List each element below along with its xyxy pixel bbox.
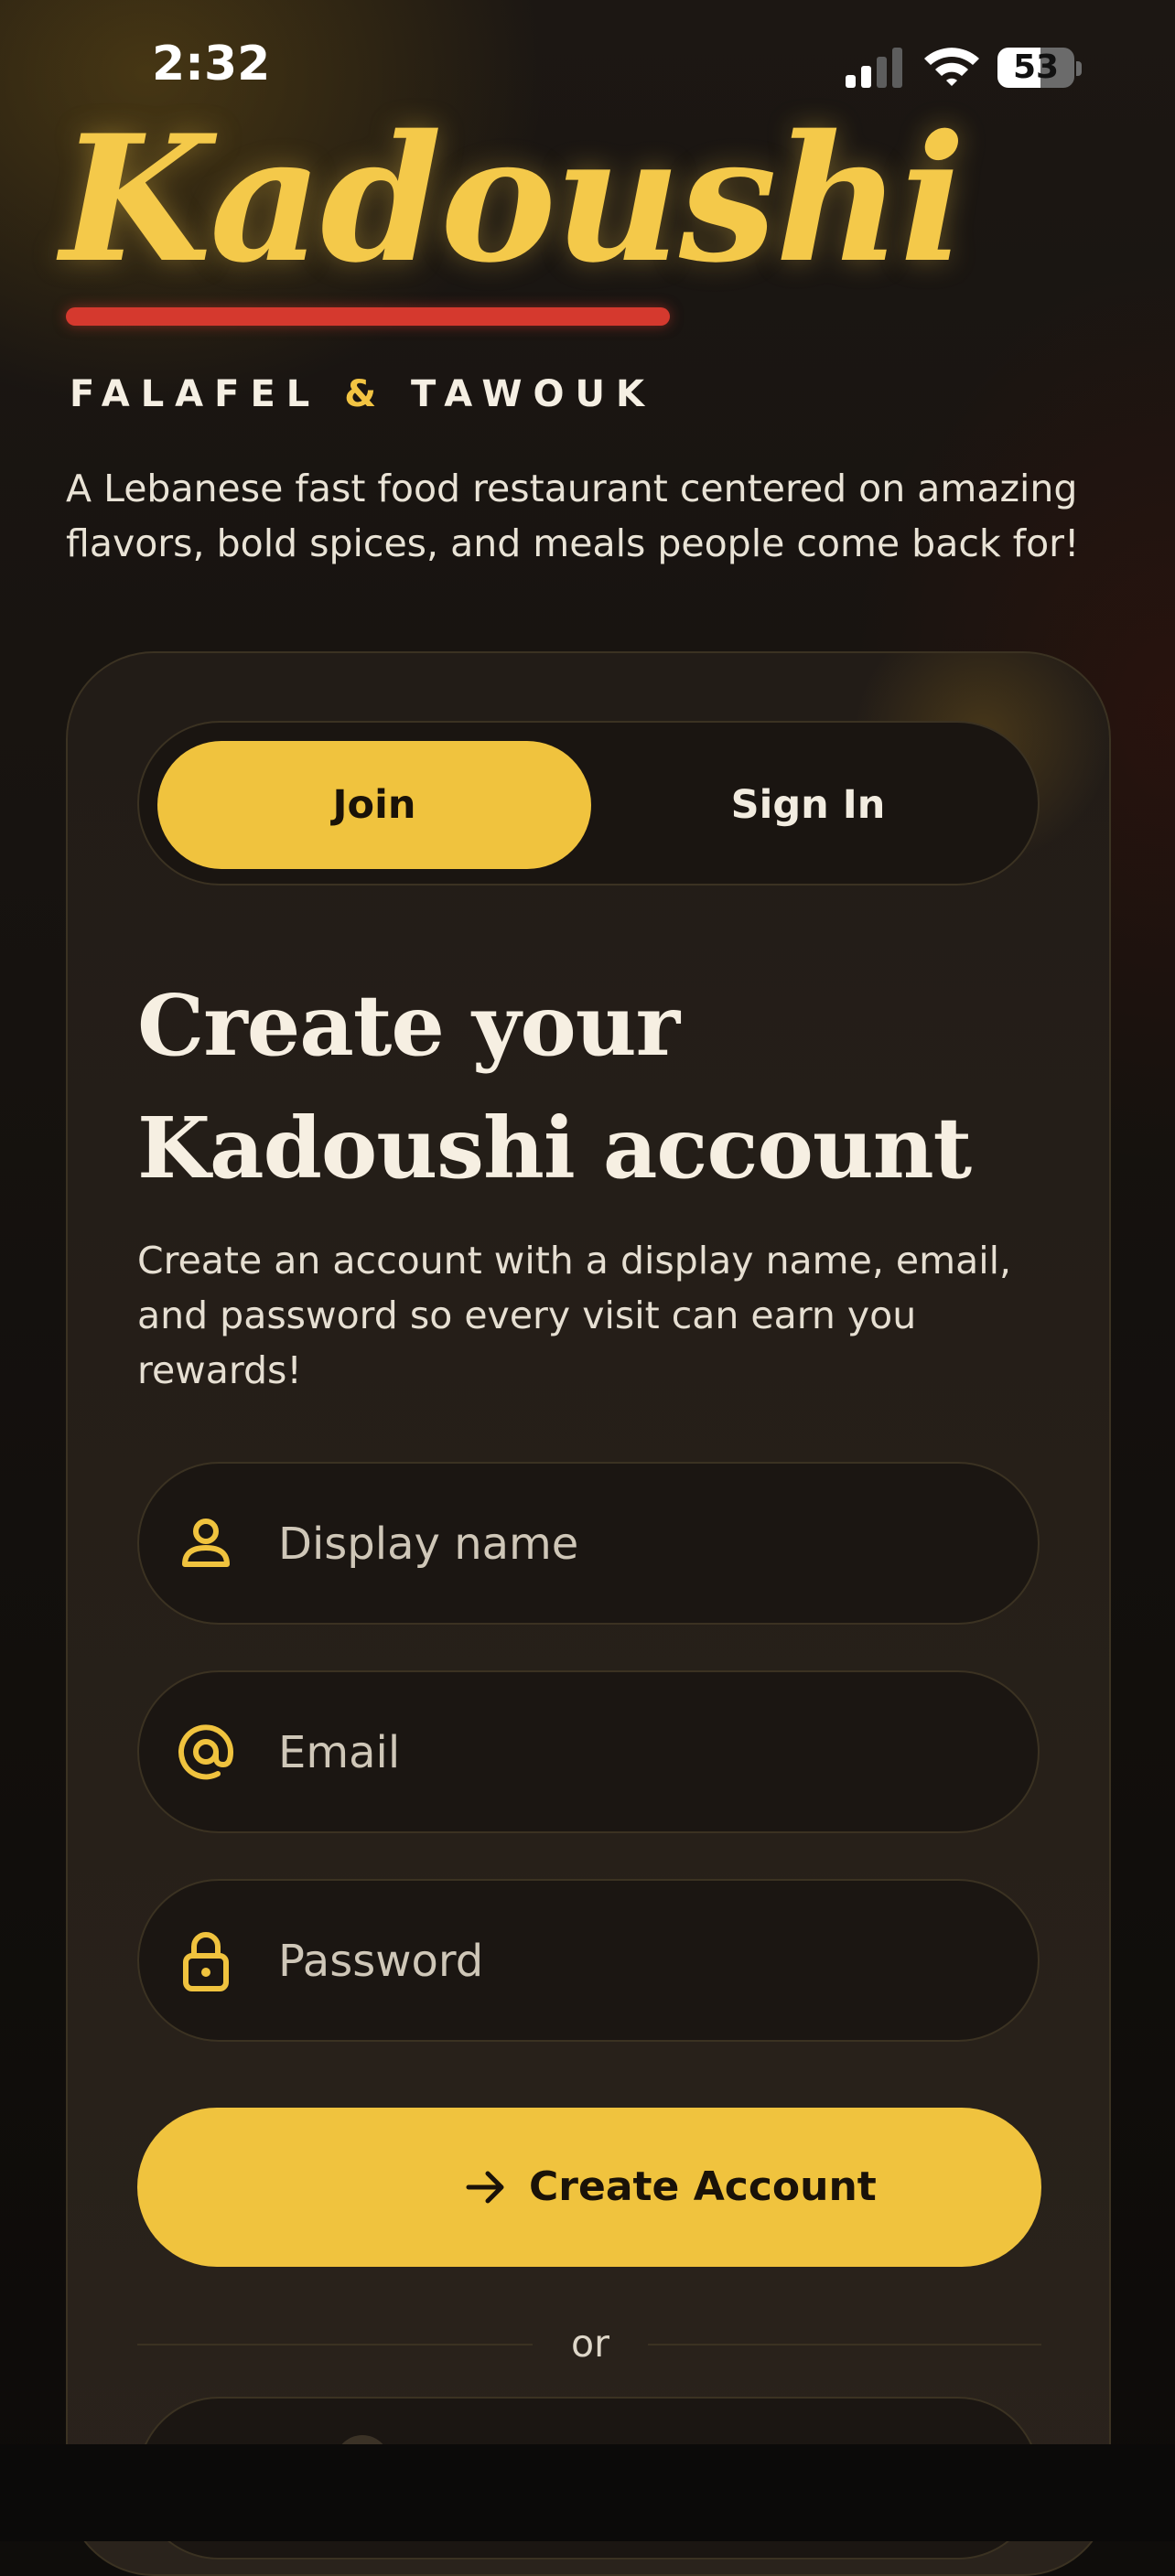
form-description: Create an account with a display name, e… [137,1239,1012,1392]
brand-tagline: FALAFEL & TAWOUK [70,373,655,415]
create-account-button[interactable]: Create Account [137,2108,1041,2267]
email-input[interactable] [276,1672,1003,1833]
password-field[interactable] [137,1879,1040,2042]
display-name-input[interactable] [276,1464,1003,1625]
form-title: Create your Kadoushi account [137,976,972,1197]
arrow-right-icon [466,2171,504,2204]
bottom-bar [0,2444,1175,2541]
cellular-signal-icon [846,48,902,88]
logo-underline [66,307,670,326]
brand-intro: A Lebanese fast food restaurant centered… [66,467,1080,565]
display-name-field[interactable] [137,1462,1040,1625]
tagline-ampersand: & [344,373,388,415]
battery-level: 53 [1012,48,1060,86]
wifi-icon [924,48,979,86]
auth-tabs: Join Sign In [137,721,1040,886]
email-field[interactable] [137,1670,1040,1833]
tagline-falafel: FALAFEL [70,373,321,415]
user-icon [182,1519,230,1567]
brand-logo: Kadoushi [60,97,965,301]
password-input[interactable] [276,1881,1003,2042]
battery-indicator: 53 [997,48,1082,90]
tab-sign-in[interactable]: Sign In [591,741,1025,869]
or-divider: or [137,2316,1041,2371]
battery-tip [1076,61,1082,76]
divider-text: or [571,2322,609,2366]
status-time: 2:32 [152,37,271,91]
lock-icon [183,1932,229,1991]
at-icon [178,1724,234,1780]
divider-line-right [648,2344,1041,2345]
tagline-tawouk: TAWOUK [411,373,655,415]
create-account-label: Create Account [529,2163,877,2210]
tab-join[interactable]: Join [157,741,591,869]
divider-line-left [137,2344,533,2345]
auth-card: Join Sign In Create your Kadoushi accoun… [66,651,1111,2576]
